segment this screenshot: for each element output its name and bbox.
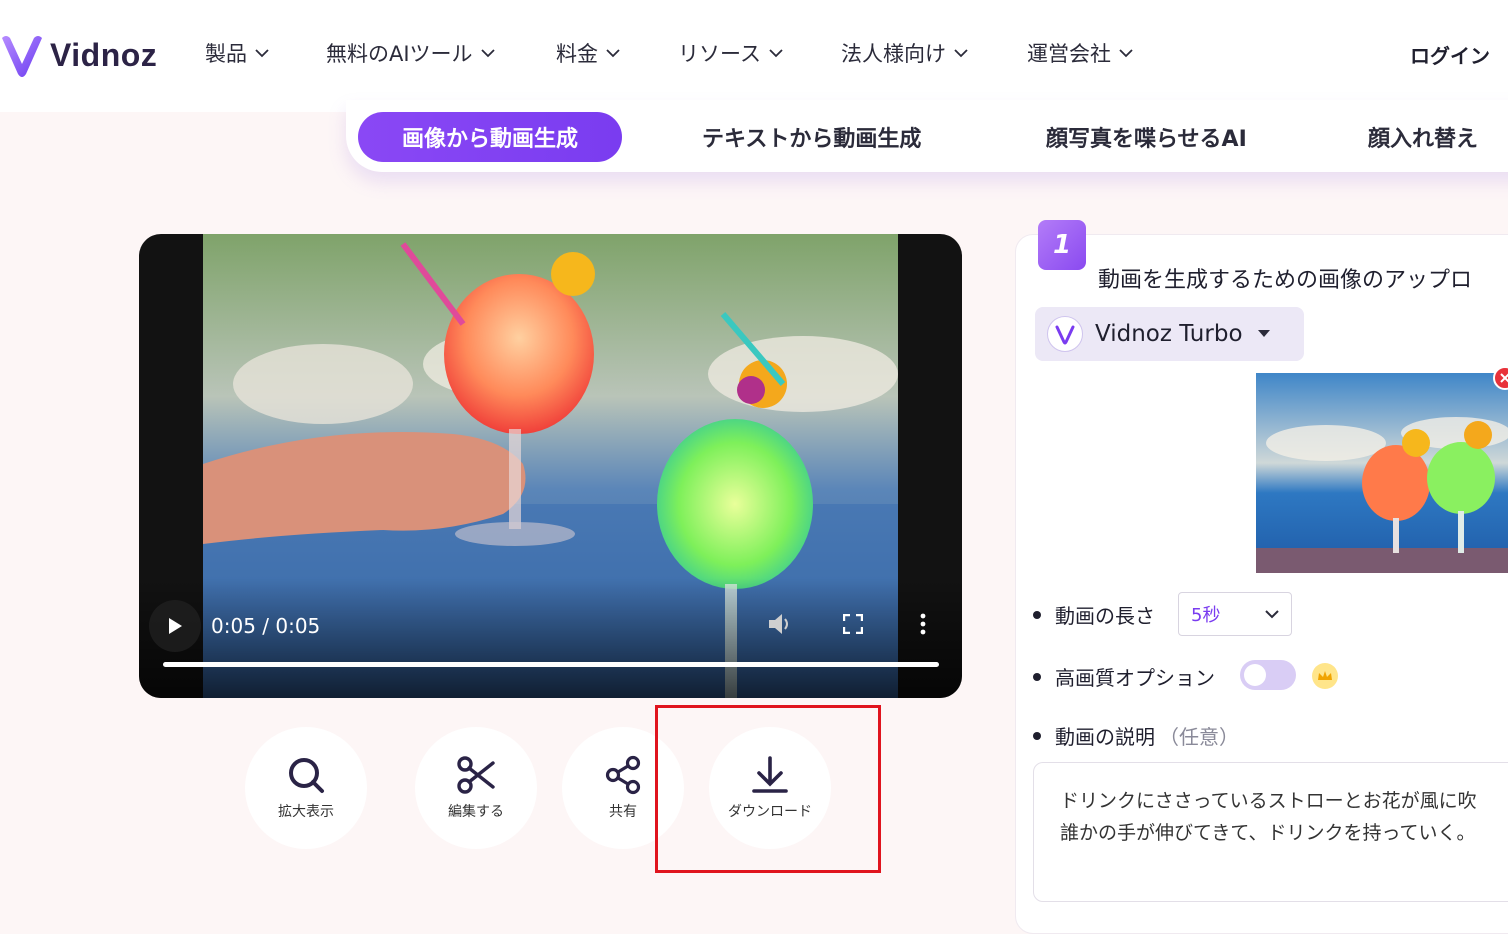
brand-logo[interactable]: Vidnoz — [0, 30, 157, 80]
nav-item-company[interactable]: 運営会社 — [1027, 38, 1133, 68]
login-link[interactable]: ログイン — [1410, 40, 1490, 69]
description-line: ドリンクにささっているストローとお花が風に吹 — [1060, 790, 1477, 812]
scissors-icon — [457, 756, 495, 794]
close-icon — [1500, 373, 1508, 383]
share-label: 共有 — [609, 804, 637, 820]
zoom-label: 拡大表示 — [278, 804, 334, 820]
duration-option: 動画の長さ — [1033, 600, 1155, 629]
crown-icon — [1312, 663, 1338, 689]
chevron-down-icon — [255, 49, 269, 58]
chevron-down-icon — [480, 49, 495, 58]
duration-select[interactable]: 5秒 — [1178, 592, 1292, 636]
nav-item-label: 運営会社 — [1027, 42, 1111, 66]
tab-text-to-video[interactable]: テキストから動画生成 — [702, 112, 921, 162]
uploaded-image-thumbnail[interactable] — [1256, 373, 1508, 573]
video-player[interactable]: 0:05 / 0:05 — [139, 234, 962, 698]
nav-item-label: 製品 — [205, 42, 247, 66]
nav-item-free-ai-tools[interactable]: 無料のAIツール — [326, 38, 495, 68]
step-number-badge: 1 — [1038, 220, 1086, 270]
description-label: 動画の説明 — [1055, 725, 1155, 749]
search-icon — [289, 758, 324, 793]
nav-item-resources[interactable]: リソース — [678, 38, 783, 68]
nav-item-label: 無料のAIツール — [326, 42, 473, 66]
nav-item-products[interactable]: 製品 — [205, 38, 269, 68]
model-selector[interactable]: Vidnoz Turbo — [1035, 307, 1304, 361]
nav-item-business[interactable]: 法人様向け — [841, 38, 968, 68]
tab-face-swap[interactable]: 顔入れ替え — [1368, 112, 1478, 162]
toggle-knob — [1244, 664, 1266, 686]
play-button[interactable] — [149, 600, 201, 652]
chevron-down-icon — [606, 49, 620, 58]
nav-item-pricing[interactable]: 料金 — [556, 38, 620, 68]
model-logo-icon — [1047, 316, 1083, 352]
volume-icon[interactable] — [767, 612, 793, 636]
chevron-down-icon — [1265, 610, 1279, 619]
edit-label: 編集する — [448, 804, 504, 820]
vidnoz-logo-icon — [2, 36, 42, 77]
play-icon — [169, 618, 182, 634]
bullet — [1033, 610, 1041, 619]
quality-option: 高画質オプション — [1033, 662, 1215, 691]
description-option: 動画の説明 （任意） — [1033, 721, 1239, 750]
bullet — [1033, 672, 1041, 681]
video-progress-bar[interactable] — [163, 662, 939, 667]
nav-item-label: 料金 — [556, 42, 598, 66]
zoom-button[interactable]: 拡大表示 — [245, 727, 367, 849]
controls-overlay — [139, 578, 962, 698]
duration-value: 5秒 — [1191, 605, 1221, 626]
chevron-down-icon — [769, 49, 783, 58]
description-optional-hint: （任意） — [1159, 725, 1239, 749]
brand-name: Vidnoz — [50, 36, 158, 73]
chevron-down-icon — [1119, 49, 1133, 58]
fullscreen-icon[interactable] — [843, 614, 863, 634]
quality-label: 高画質オプション — [1055, 666, 1215, 690]
duration-label: 動画の長さ — [1055, 604, 1155, 628]
nav-item-label: リソース — [678, 42, 761, 66]
caret-down-icon — [1257, 330, 1270, 337]
site-header: Vidnoz 製品 無料のAIツール 料金 リソース 法人様向け 運営会社 ログ… — [0, 0, 1508, 112]
description-line: 誰かの手が伸びてきて、ドリンクを持っていく。 — [1060, 822, 1476, 844]
tool-tabs: 画像から動画生成 テキストから動画生成 顔写真を喋らせるAI 顔入れ替え — [346, 100, 1508, 172]
bullet — [1033, 731, 1041, 740]
chevron-down-icon — [954, 49, 968, 58]
tab-image-to-video[interactable]: 画像から動画生成 — [358, 112, 623, 162]
more-vert-icon[interactable] — [919, 612, 927, 636]
quality-toggle[interactable] — [1240, 660, 1296, 690]
nav-item-label: 法人様向け — [841, 42, 946, 66]
time-display: 0:05 / 0:05 — [211, 614, 321, 638]
share-icon — [605, 755, 641, 795]
download-highlight-box — [655, 705, 881, 873]
edit-button[interactable]: 編集する — [415, 727, 537, 849]
tab-talking-photo[interactable]: 顔写真を喋らせるAI — [1046, 112, 1247, 162]
step-title: 動画を生成するための画像のアップロ — [1098, 268, 1473, 293]
model-name: Vidnoz Turbo — [1095, 321, 1243, 347]
description-textarea[interactable]: ドリンクにささっているストローとお花が風に吹 誰かの手が伸びてきて、ドリンクを持… — [1033, 762, 1508, 902]
